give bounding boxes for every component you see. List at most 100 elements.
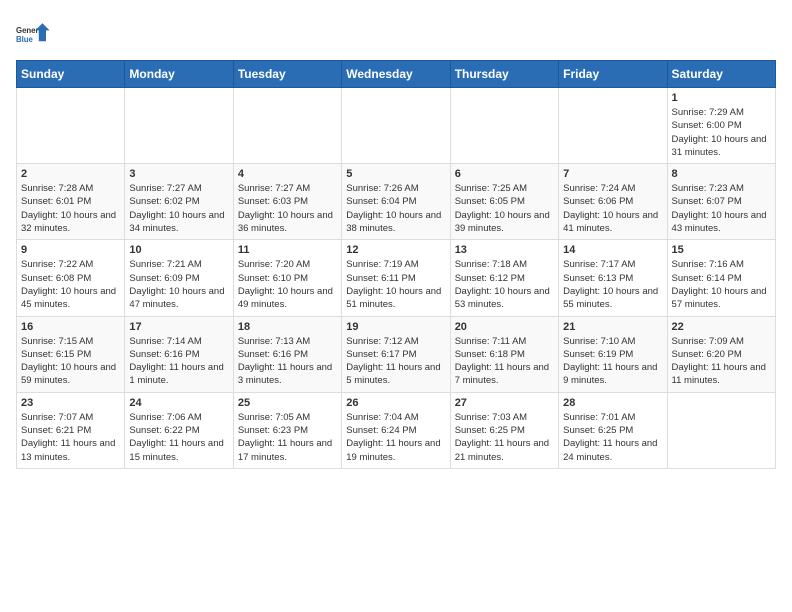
page-header: GeneralBlue <box>16 16 776 52</box>
day-info: Sunrise: 7:04 AM Sunset: 6:24 PM Dayligh… <box>346 411 445 464</box>
day-number: 23 <box>21 397 120 409</box>
weekday-header-friday: Friday <box>559 61 667 88</box>
day-number: 25 <box>238 397 337 409</box>
week-row-3: 16 Sunrise: 7:15 AM Sunset: 6:15 PM Dayli… <box>17 316 776 392</box>
day-number: 3 <box>129 168 228 180</box>
day-info: Sunrise: 7:25 AM Sunset: 6:05 PM Dayligh… <box>455 182 554 235</box>
calendar-cell: 22 Sunrise: 7:09 AM Sunset: 6:20 PM Dayli… <box>667 316 775 392</box>
day-number: 11 <box>238 244 337 256</box>
day-info: Sunrise: 7:09 AM Sunset: 6:20 PM Dayligh… <box>672 335 771 388</box>
day-number: 22 <box>672 321 771 333</box>
day-info: Sunrise: 7:27 AM Sunset: 6:03 PM Dayligh… <box>238 182 337 235</box>
day-number: 27 <box>455 397 554 409</box>
day-number: 8 <box>672 168 771 180</box>
calendar-cell: 19Sunrise: 7:12 AM Sunset: 6:17 PM Dayli… <box>342 316 450 392</box>
calendar-cell: 4 Sunrise: 7:27 AM Sunset: 6:03 PM Daylig… <box>233 164 341 240</box>
day-info: Sunrise: 7:19 AM Sunset: 6:11 PM Dayligh… <box>346 258 445 311</box>
day-info: Sunrise: 7:01 AM Sunset: 6:25 PM Dayligh… <box>563 411 662 464</box>
week-row-2: 9 Sunrise: 7:22 AM Sunset: 6:08 PM Daylig… <box>17 240 776 316</box>
calendar-cell <box>233 88 341 164</box>
calendar-cell: 18 Sunrise: 7:13 AM Sunset: 6:16 PM Dayli… <box>233 316 341 392</box>
weekday-header-saturday: Saturday <box>667 61 775 88</box>
day-info: Sunrise: 7:10 AM Sunset: 6:19 PM Dayligh… <box>563 335 662 388</box>
day-info: Sunrise: 7:22 AM Sunset: 6:08 PM Dayligh… <box>21 258 120 311</box>
day-number: 18 <box>238 321 337 333</box>
day-info: Sunrise: 7:03 AM Sunset: 6:25 PM Dayligh… <box>455 411 554 464</box>
calendar-cell <box>342 88 450 164</box>
day-info: Sunrise: 7:21 AM Sunset: 6:09 PM Dayligh… <box>129 258 228 311</box>
day-info: Sunrise: 7:20 AM Sunset: 6:10 PM Dayligh… <box>238 258 337 311</box>
day-info: Sunrise: 7:26 AM Sunset: 6:04 PM Dayligh… <box>346 182 445 235</box>
calendar-cell: 20 Sunrise: 7:11 AM Sunset: 6:18 PM Dayli… <box>450 316 558 392</box>
day-info: Sunrise: 7:12 AM Sunset: 6:17 PM Dayligh… <box>346 335 445 388</box>
calendar-cell: 10 Sunrise: 7:21 AM Sunset: 6:09 PM Dayli… <box>125 240 233 316</box>
calendar-cell: 3 Sunrise: 7:27 AM Sunset: 6:02 PM Daylig… <box>125 164 233 240</box>
day-number: 12 <box>346 244 445 256</box>
day-number: 1 <box>672 92 771 104</box>
calendar-cell: 14Sunrise: 7:17 AM Sunset: 6:13 PM Dayli… <box>559 240 667 316</box>
day-info: Sunrise: 7:13 AM Sunset: 6:16 PM Dayligh… <box>238 335 337 388</box>
weekday-header-thursday: Thursday <box>450 61 558 88</box>
calendar-cell: 28 Sunrise: 7:01 AM Sunset: 6:25 PM Dayli… <box>559 392 667 468</box>
day-info: Sunrise: 7:06 AM Sunset: 6:22 PM Dayligh… <box>129 411 228 464</box>
calendar-cell: 25 Sunrise: 7:05 AM Sunset: 6:23 PM Dayli… <box>233 392 341 468</box>
calendar-cell: 13 Sunrise: 7:18 AM Sunset: 6:12 PM Dayli… <box>450 240 558 316</box>
weekday-header-sunday: Sunday <box>17 61 125 88</box>
day-info: Sunrise: 7:14 AM Sunset: 6:16 PM Dayligh… <box>129 335 228 388</box>
week-row-1: 2 Sunrise: 7:28 AM Sunset: 6:01 PM Daylig… <box>17 164 776 240</box>
day-info: Sunrise: 7:07 AM Sunset: 6:21 PM Dayligh… <box>21 411 120 464</box>
calendar-cell: 6Sunrise: 7:25 AM Sunset: 6:05 PM Daylig… <box>450 164 558 240</box>
day-number: 20 <box>455 321 554 333</box>
day-info: Sunrise: 7:28 AM Sunset: 6:01 PM Dayligh… <box>21 182 120 235</box>
day-number: 16 <box>21 321 120 333</box>
calendar-cell <box>125 88 233 164</box>
calendar-cell: 12 Sunrise: 7:19 AM Sunset: 6:11 PM Dayli… <box>342 240 450 316</box>
day-number: 4 <box>238 168 337 180</box>
day-number: 2 <box>21 168 120 180</box>
day-info: Sunrise: 7:23 AM Sunset: 6:07 PM Dayligh… <box>672 182 771 235</box>
day-info: Sunrise: 7:29 AM Sunset: 6:00 PM Dayligh… <box>672 106 771 159</box>
svg-text:Blue: Blue <box>16 35 34 44</box>
calendar-cell: 21Sunrise: 7:10 AM Sunset: 6:19 PM Dayli… <box>559 316 667 392</box>
day-info: Sunrise: 7:05 AM Sunset: 6:23 PM Dayligh… <box>238 411 337 464</box>
week-row-4: 23 Sunrise: 7:07 AM Sunset: 6:21 PM Dayli… <box>17 392 776 468</box>
calendar-cell: 17 Sunrise: 7:14 AM Sunset: 6:16 PM Dayli… <box>125 316 233 392</box>
day-number: 9 <box>21 244 120 256</box>
calendar-cell: 2 Sunrise: 7:28 AM Sunset: 6:01 PM Daylig… <box>17 164 125 240</box>
calendar-cell <box>17 88 125 164</box>
week-row-0: 1 Sunrise: 7:29 AM Sunset: 6:00 PM Daylig… <box>17 88 776 164</box>
day-number: 13 <box>455 244 554 256</box>
weekday-header-row: SundayMondayTuesdayWednesdayThursdayFrid… <box>17 61 776 88</box>
day-info: Sunrise: 7:11 AM Sunset: 6:18 PM Dayligh… <box>455 335 554 388</box>
day-info: Sunrise: 7:18 AM Sunset: 6:12 PM Dayligh… <box>455 258 554 311</box>
day-info: Sunrise: 7:15 AM Sunset: 6:15 PM Dayligh… <box>21 335 120 388</box>
weekday-header-wednesday: Wednesday <box>342 61 450 88</box>
calendar-cell: 15 Sunrise: 7:16 AM Sunset: 6:14 PM Dayli… <box>667 240 775 316</box>
day-number: 28 <box>563 397 662 409</box>
calendar-cell <box>559 88 667 164</box>
day-number: 17 <box>129 321 228 333</box>
day-number: 10 <box>129 244 228 256</box>
calendar-cell: 27 Sunrise: 7:03 AM Sunset: 6:25 PM Dayli… <box>450 392 558 468</box>
calendar-cell <box>450 88 558 164</box>
calendar-cell: 7Sunrise: 7:24 AM Sunset: 6:06 PM Daylig… <box>559 164 667 240</box>
day-number: 15 <box>672 244 771 256</box>
calendar-cell: 11 Sunrise: 7:20 AM Sunset: 6:10 PM Dayli… <box>233 240 341 316</box>
day-number: 26 <box>346 397 445 409</box>
calendar-cell: 23 Sunrise: 7:07 AM Sunset: 6:21 PM Dayli… <box>17 392 125 468</box>
day-info: Sunrise: 7:24 AM Sunset: 6:06 PM Dayligh… <box>563 182 662 235</box>
day-info: Sunrise: 7:16 AM Sunset: 6:14 PM Dayligh… <box>672 258 771 311</box>
day-number: 24 <box>129 397 228 409</box>
calendar-cell: 5 Sunrise: 7:26 AM Sunset: 6:04 PM Daylig… <box>342 164 450 240</box>
day-info: Sunrise: 7:17 AM Sunset: 6:13 PM Dayligh… <box>563 258 662 311</box>
calendar-cell: 24 Sunrise: 7:06 AM Sunset: 6:22 PM Dayli… <box>125 392 233 468</box>
calendar-cell: 16 Sunrise: 7:15 AM Sunset: 6:15 PM Dayli… <box>17 316 125 392</box>
weekday-header-monday: Monday <box>125 61 233 88</box>
weekday-header-tuesday: Tuesday <box>233 61 341 88</box>
calendar-cell: 9 Sunrise: 7:22 AM Sunset: 6:08 PM Daylig… <box>17 240 125 316</box>
calendar-cell: 1 Sunrise: 7:29 AM Sunset: 6:00 PM Daylig… <box>667 88 775 164</box>
logo-icon: GeneralBlue <box>16 16 52 52</box>
calendar-cell <box>667 392 775 468</box>
day-number: 5 <box>346 168 445 180</box>
day-info: Sunrise: 7:27 AM Sunset: 6:02 PM Dayligh… <box>129 182 228 235</box>
